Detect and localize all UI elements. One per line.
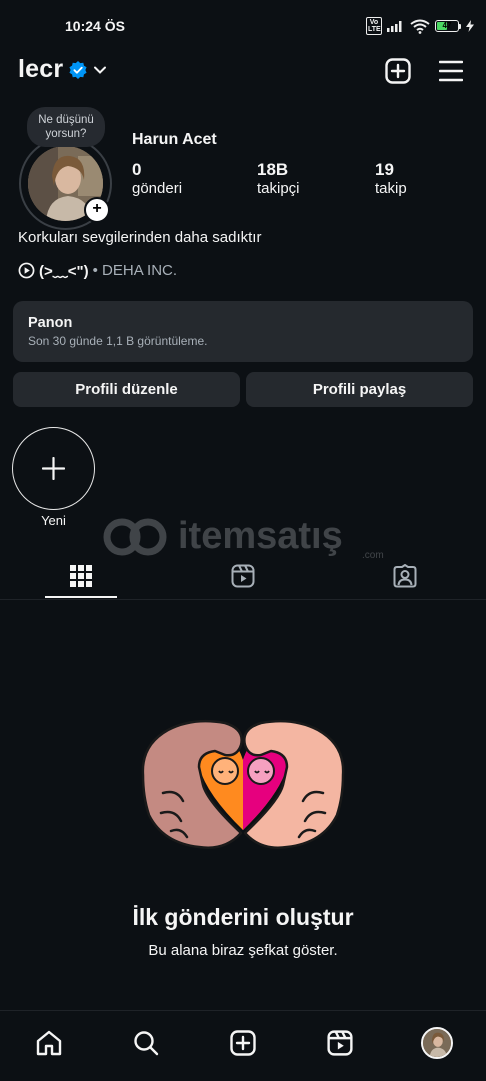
bio: Korkuları sevgilerinden daha sadıktır xyxy=(18,229,262,246)
edit-profile-button[interactable]: Profili düzenle xyxy=(13,372,240,407)
bottom-navigation xyxy=(0,1010,486,1081)
tagged-icon xyxy=(393,564,417,588)
stat-posts-label: gönderi xyxy=(132,180,183,197)
empty-state-title: İlk gönderini oluştur xyxy=(132,904,354,930)
wifi-icon xyxy=(410,19,430,34)
full-name: Harun Acet xyxy=(132,131,217,148)
add-story-button[interactable]: + xyxy=(84,197,110,223)
threads-extra: • DEHA INC. xyxy=(92,262,178,279)
reels-icon xyxy=(231,564,255,588)
status-time: 10:24 ÖS xyxy=(65,18,125,34)
stat-following-label: takip xyxy=(375,180,407,197)
stat-posts[interactable]: 0 gönderi xyxy=(132,160,182,197)
battery-icon: 47 xyxy=(435,20,461,32)
note-bubble[interactable]: Ne düşünü yorsun? xyxy=(27,107,105,147)
username: lecr xyxy=(18,55,64,83)
grid-icon xyxy=(70,565,92,587)
chevron-down-icon xyxy=(94,66,107,74)
threads-icon xyxy=(18,262,35,279)
nav-search[interactable] xyxy=(124,1021,168,1065)
create-post-icon[interactable] xyxy=(385,58,411,84)
heart-hands-illustration xyxy=(133,705,353,855)
stat-following[interactable]: 19 takip xyxy=(375,160,407,197)
stat-followers-value: 18B xyxy=(257,160,289,179)
battery-level: 47 xyxy=(442,21,452,30)
share-profile-button[interactable]: Profili paylaş xyxy=(246,372,473,407)
profile-avatar xyxy=(421,1027,453,1059)
create-icon xyxy=(230,1030,256,1056)
nav-profile[interactable] xyxy=(415,1021,459,1065)
search-icon xyxy=(134,1031,159,1056)
tab-tagged[interactable] xyxy=(324,555,486,597)
signal-icon xyxy=(387,21,402,32)
professional-dashboard[interactable]: Panon Son 30 günde 1,1 B görüntüleme. xyxy=(13,301,473,362)
nav-home[interactable] xyxy=(27,1021,71,1065)
menu-icon[interactable] xyxy=(439,60,463,82)
stat-following-value: 19 xyxy=(375,160,394,179)
nav-create[interactable] xyxy=(221,1021,265,1065)
threads-handle: (>﹏<") xyxy=(39,263,89,280)
watermark-text: itemsatış xyxy=(178,515,343,557)
verified-badge-icon xyxy=(69,60,87,79)
new-highlight-button[interactable] xyxy=(12,427,95,510)
status-icons: Vo LTE 47 xyxy=(366,16,474,36)
home-icon xyxy=(36,1030,62,1056)
username-switcher[interactable]: lecr xyxy=(18,55,107,84)
dashboard-subtitle: Son 30 günde 1,1 B görüntüleme. xyxy=(28,334,208,348)
charging-icon xyxy=(466,20,474,32)
threads-link[interactable]: (>﹏<") • DEHA INC. xyxy=(18,260,177,281)
dashboard-title: Panon xyxy=(28,315,73,331)
tab-divider xyxy=(0,599,486,600)
active-tab-indicator xyxy=(45,596,117,598)
nav-reels[interactable] xyxy=(318,1021,362,1065)
empty-state-subtitle: Bu alana biraz şefkat göster. xyxy=(148,942,338,959)
tab-posts[interactable] xyxy=(0,555,162,597)
volte-icon: Vo LTE xyxy=(366,17,382,35)
stat-posts-value: 0 xyxy=(132,160,142,179)
new-highlight-label: Yeni xyxy=(41,513,66,528)
reels-icon xyxy=(327,1030,353,1056)
plus-icon xyxy=(42,457,65,480)
stat-followers-label: takipçi xyxy=(257,180,300,197)
tab-reels[interactable] xyxy=(162,555,324,597)
stat-followers[interactable]: 18B takipçi xyxy=(257,160,300,197)
